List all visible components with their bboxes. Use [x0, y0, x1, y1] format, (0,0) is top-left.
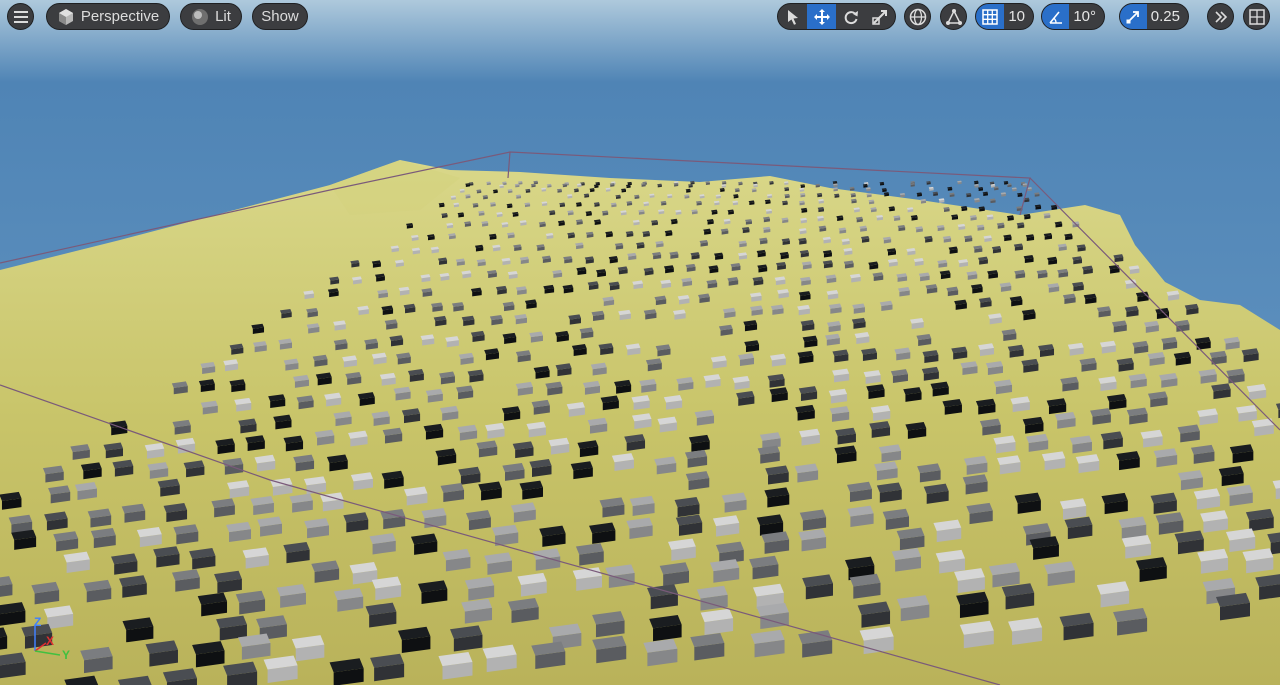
axis-y-label: Y: [62, 648, 71, 662]
lighting-mode-label: Lit: [215, 8, 231, 25]
scale-tool-button[interactable]: [865, 4, 894, 29]
coordinate-space-button[interactable]: [904, 3, 931, 30]
axis-x-label: X: [46, 634, 55, 648]
scale-snap-value[interactable]: 0.25: [1147, 4, 1188, 29]
select-tool-button[interactable]: [778, 4, 807, 29]
transform-tools-group: [777, 3, 896, 30]
grid-snap-group[interactable]: 10: [975, 3, 1034, 30]
view-mode-label: Perspective: [80, 8, 160, 25]
hamburger-icon: [13, 10, 28, 23]
surface-snap-icon: [945, 8, 962, 25]
viewport-scene[interactable]: [0, 0, 1280, 685]
translate-icon: [813, 8, 830, 25]
angle-icon: [1049, 10, 1062, 24]
show-flags-label: Show: [261, 8, 299, 25]
rotation-snap-value[interactable]: 10°: [1069, 4, 1104, 29]
rotation-snap-group[interactable]: 10°: [1041, 3, 1105, 30]
grid-icon: [982, 8, 998, 25]
show-flags-button[interactable]: Show: [252, 3, 308, 30]
viewport-menu-button[interactable]: [7, 3, 34, 30]
view-mode-button[interactable]: Perspective: [46, 3, 170, 30]
double-chevron-right-icon: [1214, 10, 1227, 23]
axis-z-label: Z: [34, 615, 42, 629]
select-icon: [787, 9, 798, 25]
lighting-mode-button[interactable]: Lit: [180, 3, 242, 30]
cube-icon: [58, 8, 73, 25]
viewport-layout-button[interactable]: [1243, 3, 1270, 30]
more-options-button[interactable]: [1207, 3, 1234, 30]
rotate-icon: [844, 10, 858, 24]
scale-snap-icon: [1126, 10, 1140, 23]
scale-snap-toggle[interactable]: [1120, 4, 1147, 29]
rotation-snap-toggle[interactable]: [1042, 4, 1070, 29]
globe-icon: [909, 8, 926, 25]
viewport-toolbar: Perspective Lit Show 10 10° 0.25: [0, 0, 1280, 34]
grid-snap-toggle[interactable]: [976, 4, 1005, 29]
rotate-tool-button[interactable]: [836, 4, 865, 29]
sphere-icon: [192, 8, 209, 25]
translate-tool-button[interactable]: [807, 4, 836, 29]
scale-icon: [871, 9, 887, 25]
surface-snapping-button[interactable]: [940, 3, 967, 30]
scale-snap-group[interactable]: 0.25: [1119, 3, 1189, 30]
grid-snap-value[interactable]: 10: [1004, 4, 1033, 29]
layout-grid-icon: [1248, 8, 1265, 25]
axis-gizmo: Z X Y: [30, 615, 76, 663]
